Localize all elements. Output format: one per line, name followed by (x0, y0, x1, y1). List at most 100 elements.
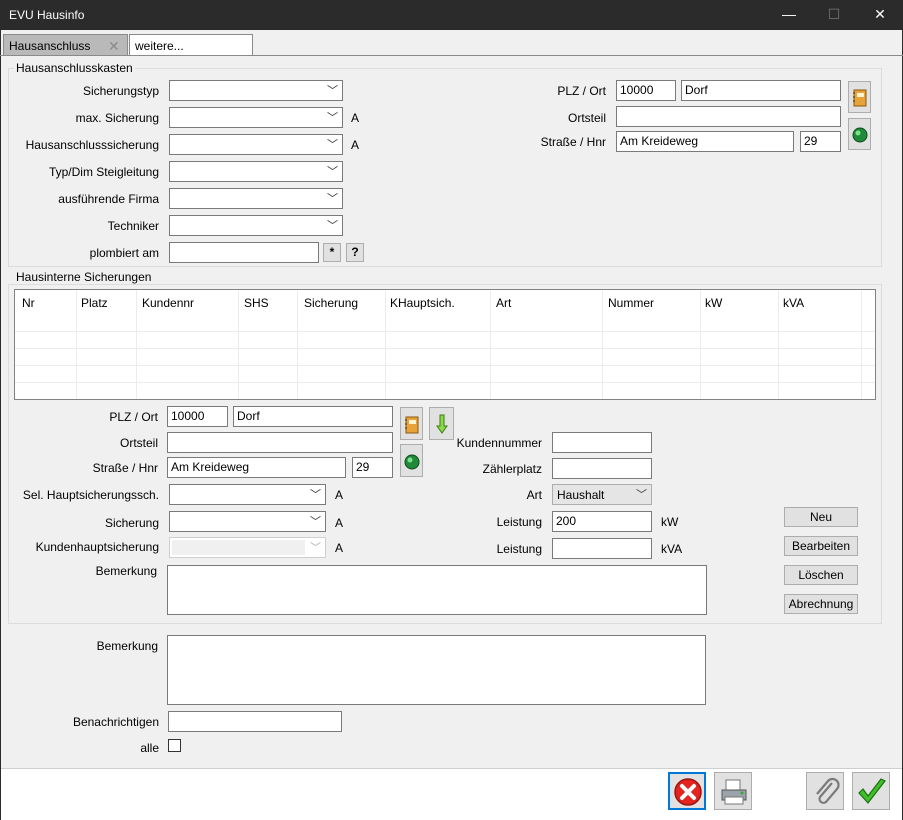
hausanschlusskasten-title: Hausanschlusskasten (14, 61, 135, 75)
loeschen-button[interactable]: Löschen (784, 565, 858, 585)
his-addressbook-button[interactable] (400, 407, 423, 440)
hak-addressbook-button[interactable] (848, 81, 871, 113)
date-now-button[interactable]: * (323, 243, 341, 262)
column-header-shs[interactable]: SHS (244, 296, 269, 310)
leistung-kva-unit: kVA (661, 542, 683, 556)
hak-strasse-input[interactable]: Am Kreideweg (616, 131, 794, 152)
benachrichtigen-label: Benachrichtigen (72, 715, 159, 729)
hak-plz-input[interactable]: 10000 (616, 80, 676, 101)
chevron-down-icon: ﹀ (327, 112, 338, 124)
help-button[interactable]: ? (346, 243, 364, 262)
column-header-nummer[interactable]: Nummer (608, 296, 654, 310)
abrechnung-button[interactable]: Abrechnung (784, 594, 858, 614)
checkmark-icon (858, 778, 886, 804)
leistung-kw-label: Leistung (496, 515, 542, 529)
close-window-button[interactable]: ✕ (857, 0, 903, 30)
his-sicherung-unit: A (335, 516, 344, 530)
address-book-icon (405, 416, 419, 434)
leistung-kva-label: Leistung (496, 542, 542, 556)
bemerkung-label: Bemerkung (96, 639, 158, 653)
minimize-button[interactable]: — (766, 0, 812, 30)
tab-hausanschluss[interactable]: Hausanschluss ✕ (3, 34, 128, 56)
tab-weitere[interactable]: weitere... (129, 34, 253, 56)
bearbeiten-button[interactable]: Bearbeiten (784, 536, 858, 556)
attach-button[interactable] (806, 772, 844, 810)
sicherungstyp-label: Sicherungstyp (82, 84, 159, 98)
kundennummer-input[interactable] (552, 432, 652, 453)
chevron-down-icon: ﹀ (310, 489, 321, 501)
column-header-kw[interactable]: kW (705, 296, 722, 310)
hak-globe-button[interactable] (848, 118, 871, 150)
his-bemerkung-textarea[interactable] (167, 565, 707, 615)
tab-close-icon[interactable]: ✕ (108, 38, 120, 55)
kundenhauptsicherung-unit: A (335, 541, 344, 555)
sel-hauptsicherung-select[interactable]: ﹀ (169, 484, 326, 505)
max-sicherung-select[interactable]: ﹀ (169, 107, 343, 128)
leistung-kva-input[interactable] (552, 538, 652, 559)
max-sicherung-unit: A (351, 111, 360, 125)
hausanschlusssicherung-unit: A (351, 138, 360, 152)
ok-button[interactable] (852, 772, 890, 810)
hak-ortsteil-input[interactable] (616, 106, 841, 127)
title-bar: EVU Hausinfo — ☐ ✕ (0, 0, 903, 30)
zaehlerplatz-label: Zählerplatz (482, 462, 542, 476)
sicherungen-table[interactable]: Nr Platz Kundennr SHS Sicherung KHauptsi… (14, 289, 876, 400)
print-button[interactable] (714, 772, 752, 810)
art-label: Art (526, 488, 542, 502)
chevron-down-icon: ﹀ (310, 542, 321, 554)
alle-checkbox[interactable] (168, 739, 181, 752)
steigleitung-label: Typ/Dim Steigleitung (48, 165, 159, 179)
printer-icon (721, 779, 747, 805)
sicherungstyp-select[interactable]: ﹀ (169, 80, 343, 101)
tab-weitere-label: weitere... (135, 39, 184, 53)
chevron-down-icon: ﹀ (327, 85, 338, 97)
his-ortsteil-input[interactable] (167, 432, 393, 453)
his-plz-ort-label: PLZ / Ort (109, 410, 158, 424)
chevron-down-icon: ﹀ (327, 220, 338, 232)
his-ortsteil-label: Ortsteil (119, 436, 158, 450)
his-globe-button[interactable] (400, 444, 423, 477)
hausinterne-sicherungen-title: Hausinterne Sicherungen (14, 270, 154, 284)
alle-label: alle (140, 741, 159, 755)
cancel-button[interactable] (668, 772, 706, 810)
his-strasse-label: Straße / Hnr (92, 461, 158, 475)
his-bemerkung-label: Bemerkung (95, 564, 157, 578)
his-ort-input[interactable]: Dorf (233, 406, 393, 427)
steigleitung-select[interactable]: ﹀ (169, 161, 343, 182)
his-hnr-input[interactable]: 29 (352, 457, 393, 478)
column-header-sicherung[interactable]: Sicherung (304, 296, 358, 310)
neu-button[interactable]: Neu (784, 507, 858, 527)
column-header-platz[interactable]: Platz (81, 296, 108, 310)
plombiert-date-input[interactable] (169, 242, 319, 263)
benachrichtigen-input[interactable] (168, 711, 342, 732)
tab-divider (0, 55, 903, 56)
column-header-nr[interactable]: Nr (22, 296, 35, 310)
chevron-down-icon: ﹀ (327, 166, 338, 178)
hausanschlusssicherung-select[interactable]: ﹀ (169, 134, 343, 155)
chevron-down-icon: ﹀ (327, 139, 338, 151)
tab-hausanschluss-label: Hausanschluss (9, 39, 91, 53)
firma-select[interactable]: ﹀ (169, 188, 343, 209)
column-header-kundennr[interactable]: Kundennr (142, 296, 194, 310)
techniker-select[interactable]: ﹀ (169, 215, 343, 236)
hak-ort-input[interactable]: Dorf (681, 80, 841, 101)
column-header-art[interactable]: Art (496, 296, 511, 310)
his-sicherung-select[interactable]: ﹀ (169, 511, 326, 532)
hak-hnr-input[interactable]: 29 (800, 131, 841, 152)
chevron-down-icon: ﹀ (327, 193, 338, 205)
bemerkung-textarea[interactable] (167, 635, 706, 705)
zaehlerplatz-input[interactable] (552, 458, 652, 479)
his-plz-input[interactable]: 10000 (167, 406, 228, 427)
leistung-kw-unit: kW (661, 515, 679, 529)
column-header-kva[interactable]: kVA (783, 296, 804, 310)
techniker-label: Techniker (107, 219, 159, 233)
leistung-kw-input[interactable]: 200 (552, 511, 652, 532)
his-strasse-input[interactable]: Am Kreideweg (167, 457, 346, 478)
maximize-button: ☐ (827, 6, 841, 22)
hausanschlusssicherung-label: Hausanschlusssicherung (25, 138, 159, 152)
art-select[interactable]: Haushalt ﹀ (552, 484, 652, 505)
max-sicherung-label: max. Sicherung (75, 111, 159, 125)
column-header-khauptsich[interactable]: KHauptsich. (390, 296, 455, 310)
firma-label: ausführende Firma (58, 192, 159, 206)
hak-strasse-label: Straße / Hnr (540, 135, 606, 149)
